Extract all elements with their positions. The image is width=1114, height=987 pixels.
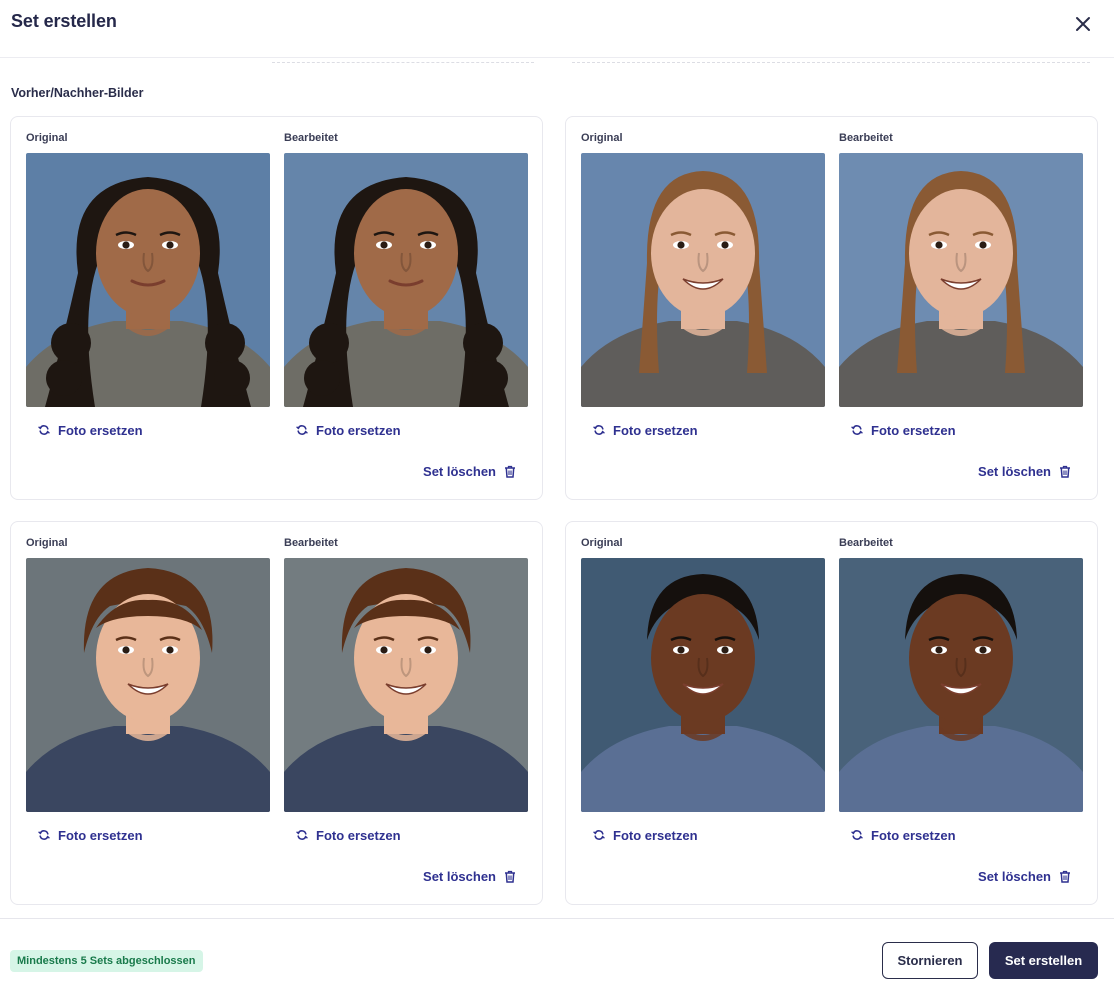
edited-label: Bearbeitet bbox=[839, 132, 893, 144]
original-label: Original bbox=[581, 132, 623, 144]
original-photo[interactable] bbox=[26, 153, 270, 407]
refresh-icon bbox=[851, 829, 863, 841]
delete-set-label: Set löschen bbox=[423, 868, 496, 884]
replace-photo-label: Foto ersetzen bbox=[58, 422, 143, 438]
trash-icon bbox=[504, 465, 516, 478]
replace-photo-label: Foto ersetzen bbox=[316, 422, 401, 438]
replace-photo-button[interactable]: Foto ersetzen bbox=[593, 826, 698, 844]
replace-photo-button[interactable]: Foto ersetzen bbox=[593, 421, 698, 439]
set-card: Original Foto ersetzen Bearbeitet Foto e… bbox=[10, 116, 543, 500]
trash-icon bbox=[504, 870, 516, 883]
refresh-icon bbox=[851, 424, 863, 436]
status-badge: Mindestens 5 Sets abgeschlossen bbox=[10, 950, 203, 972]
refresh-icon bbox=[296, 424, 308, 436]
replace-photo-label: Foto ersetzen bbox=[58, 827, 143, 843]
refresh-icon bbox=[593, 829, 605, 841]
dialog-footer: Mindestens 5 Sets abgeschlossen Stornier… bbox=[0, 918, 1114, 987]
scroll-divider bbox=[272, 62, 534, 63]
create-set-button[interactable]: Set erstellen bbox=[989, 942, 1098, 979]
original-photo[interactable] bbox=[26, 558, 270, 812]
replace-photo-button[interactable]: Foto ersetzen bbox=[38, 826, 143, 844]
delete-set-label: Set löschen bbox=[978, 463, 1051, 479]
original-label: Original bbox=[26, 537, 68, 549]
set-card: Original Foto ersetzen Bearbeitet Foto e… bbox=[565, 521, 1098, 905]
edited-photo[interactable] bbox=[284, 153, 528, 407]
replace-photo-button[interactable]: Foto ersetzen bbox=[38, 421, 143, 439]
replace-photo-button[interactable]: Foto ersetzen bbox=[851, 826, 956, 844]
trash-icon bbox=[1059, 465, 1071, 478]
original-photo[interactable] bbox=[581, 558, 825, 812]
edited-label: Bearbeitet bbox=[284, 132, 338, 144]
refresh-icon bbox=[593, 424, 605, 436]
close-icon[interactable] bbox=[1072, 13, 1094, 35]
cancel-button[interactable]: Stornieren bbox=[882, 942, 978, 979]
replace-photo-button[interactable]: Foto ersetzen bbox=[296, 421, 401, 439]
trash-icon bbox=[1059, 870, 1071, 883]
replace-photo-label: Foto ersetzen bbox=[871, 827, 956, 843]
dialog-title: Set erstellen bbox=[11, 11, 117, 31]
original-label: Original bbox=[26, 132, 68, 144]
edited-label: Bearbeitet bbox=[839, 537, 893, 549]
delete-set-button[interactable]: Set löschen bbox=[978, 462, 1071, 480]
dialog-header: Set erstellen bbox=[0, 0, 1114, 58]
edited-photo[interactable] bbox=[284, 558, 528, 812]
refresh-icon bbox=[38, 424, 50, 436]
delete-set-button[interactable]: Set löschen bbox=[423, 867, 516, 885]
edited-photo[interactable] bbox=[839, 558, 1083, 812]
original-photo[interactable] bbox=[581, 153, 825, 407]
set-card: Original Foto ersetzen Bearbeitet Foto e… bbox=[565, 116, 1098, 500]
edited-photo[interactable] bbox=[839, 153, 1083, 407]
replace-photo-button[interactable]: Foto ersetzen bbox=[296, 826, 401, 844]
edited-label: Bearbeitet bbox=[284, 537, 338, 549]
delete-set-label: Set löschen bbox=[423, 463, 496, 479]
set-card: Original Foto ersetzen Bearbeitet Foto e… bbox=[10, 521, 543, 905]
delete-set-button[interactable]: Set löschen bbox=[423, 462, 516, 480]
section-label: Vorher/Nachher-Bilder bbox=[11, 86, 144, 100]
refresh-icon bbox=[38, 829, 50, 841]
delete-set-button[interactable]: Set löschen bbox=[978, 867, 1071, 885]
replace-photo-button[interactable]: Foto ersetzen bbox=[851, 421, 956, 439]
replace-photo-label: Foto ersetzen bbox=[613, 827, 698, 843]
scroll-divider bbox=[572, 62, 1090, 63]
original-label: Original bbox=[581, 537, 623, 549]
refresh-icon bbox=[296, 829, 308, 841]
replace-photo-label: Foto ersetzen bbox=[316, 827, 401, 843]
delete-set-label: Set löschen bbox=[978, 868, 1051, 884]
replace-photo-label: Foto ersetzen bbox=[871, 422, 956, 438]
replace-photo-label: Foto ersetzen bbox=[613, 422, 698, 438]
